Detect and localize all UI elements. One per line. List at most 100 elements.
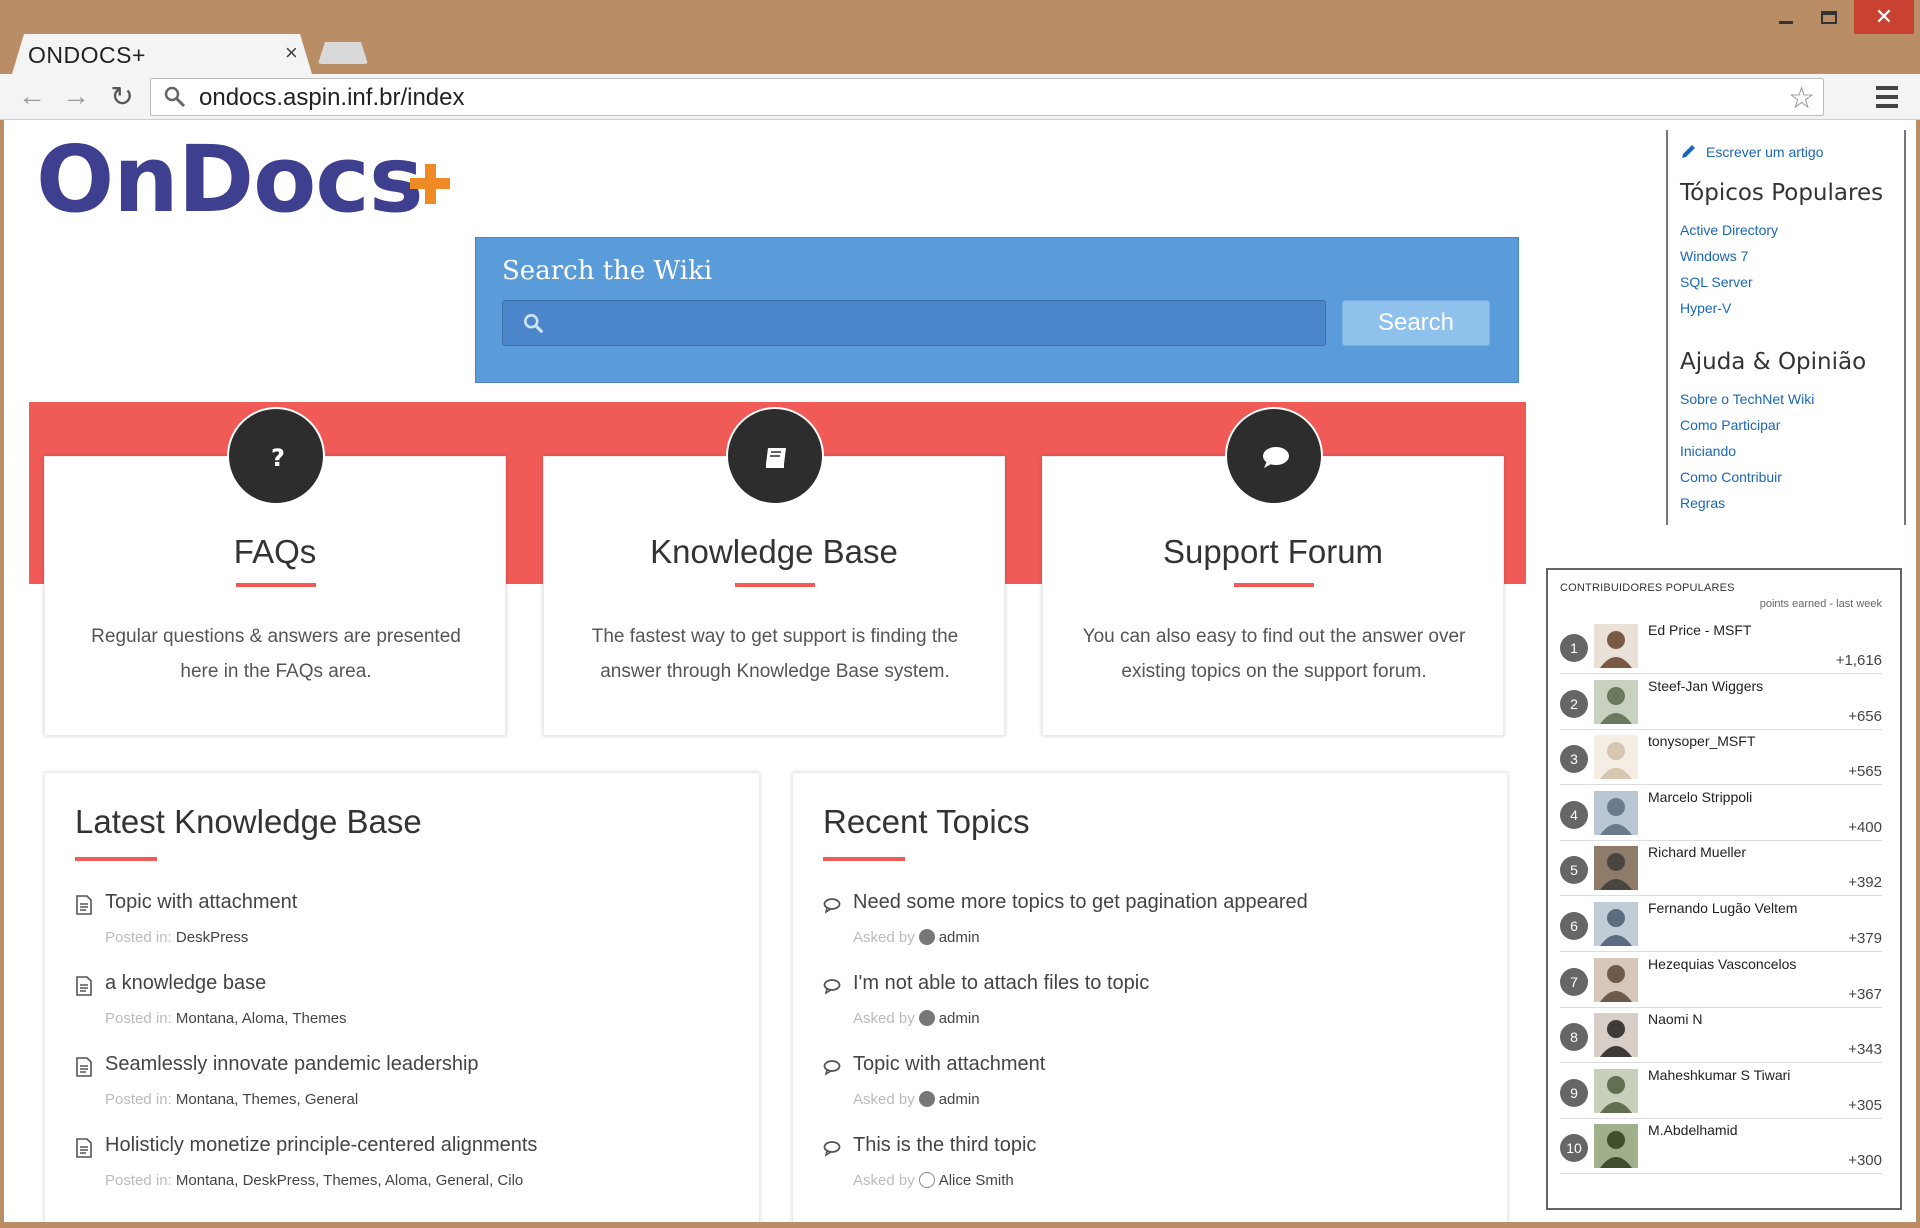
rank-badge: 4: [1560, 800, 1588, 829]
contributor-row[interactable]: 1 Ed Price - MSFT +1,616: [1560, 618, 1882, 674]
popular-topic-link[interactable]: Hyper-V: [1680, 300, 1731, 316]
search-input[interactable]: [553, 301, 1313, 345]
kb-title[interactable]: a knowledge base: [105, 972, 266, 995]
web-page: OnDocs Search the Wiki Search ? FAQs Reg…: [4, 120, 1916, 1222]
contributor-name[interactable]: Hezequias Vasconcelos: [1648, 956, 1796, 972]
card-text: Regular questions & answers are presente…: [91, 626, 461, 682]
tab-close-icon[interactable]: ×: [285, 40, 298, 66]
contributor-row[interactable]: 9 Maheshkumar S Tiwari +305: [1560, 1063, 1882, 1119]
card-text: The fastest way to get support is findin…: [591, 626, 959, 682]
contributor-name[interactable]: Maheshkumar S Tiwari: [1648, 1067, 1790, 1083]
close-window-button[interactable]: ✕: [1854, 0, 1914, 34]
chat-icon: [823, 1141, 841, 1157]
search-icon: [524, 314, 544, 334]
maximize-button[interactable]: [1810, 0, 1848, 34]
contributor-row[interactable]: 6 Fernando Lugão Veltem +379: [1560, 896, 1882, 952]
topic-title[interactable]: Need some more topics to get pagination …: [853, 891, 1308, 914]
document-icon: [76, 895, 92, 915]
avatar[interactable]: [1594, 1013, 1638, 1058]
contributor-row[interactable]: 2 Steef-Jan Wiggers +656: [1560, 674, 1882, 730]
search-title: Search the Wiki: [502, 256, 713, 286]
search-button[interactable]: Search: [1342, 300, 1490, 346]
forward-arrow-icon[interactable]: →: [58, 80, 94, 112]
contributor-name[interactable]: Ed Price - MSFT: [1648, 622, 1751, 638]
help-link[interactable]: Sobre o TechNet Wiki: [1680, 391, 1814, 407]
popular-topic-link[interactable]: SQL Server: [1680, 274, 1753, 290]
support-forum-card[interactable]: Support Forum You can also easy to find …: [1042, 407, 1504, 736]
card-title: FAQs: [233, 533, 317, 570]
bookmark-star-icon[interactable]: ☆: [1788, 81, 1815, 116]
url-text[interactable]: ondocs.aspin.inf.br/index: [199, 84, 465, 112]
top-contributors-panel: CONTRIBUIDORES POPULARES points earned -…: [1546, 568, 1902, 1210]
contributor-row[interactable]: 8 Naomi N +343: [1560, 1007, 1882, 1064]
avatar[interactable]: [1594, 624, 1638, 668]
contributor-points: +343: [1848, 1041, 1882, 1059]
book-icon: [766, 448, 786, 468]
contributor-points: +379: [1848, 930, 1882, 947]
avatar[interactable]: [1594, 846, 1638, 891]
topic-title[interactable]: I'm not able to attach files to topic: [853, 972, 1149, 995]
chat-icon: [823, 898, 841, 914]
new-tab-button[interactable]: [318, 42, 368, 64]
panel-title: Latest Knowledge Base: [75, 803, 422, 840]
contributor-name[interactable]: Steef-Jan Wiggers: [1648, 678, 1763, 694]
minimize-button[interactable]: [1768, 0, 1804, 34]
site-logo[interactable]: OnDocs: [36, 126, 424, 233]
knowledge-base-card[interactable]: Knowledge Base The fastest way to get su…: [543, 407, 1005, 736]
browser-toolbar: ← → ↻ ondocs.aspin.inf.br/index ☆: [0, 74, 1920, 120]
contributor-points: +392: [1848, 874, 1882, 892]
help-link[interactable]: Iniciando: [1680, 443, 1736, 459]
kb-title[interactable]: Holisticly monetize principle-centered a…: [105, 1134, 537, 1157]
popular-topic-link[interactable]: Windows 7: [1680, 248, 1748, 264]
contributor-name[interactable]: Naomi N: [1648, 1011, 1702, 1027]
kb-meta: Posted in: Montana, Aloma, Themes: [105, 1010, 347, 1027]
browser-menu-icon[interactable]: [1876, 86, 1898, 113]
search-field[interactable]: [502, 300, 1326, 346]
kb-title[interactable]: Topic with attachment: [105, 891, 297, 914]
contributor-name[interactable]: tonysoper_MSFT: [1648, 733, 1755, 749]
right-sidebar: Escrever um artigo Tópicos Populares Act…: [1666, 130, 1906, 525]
contributor-name[interactable]: Richard Mueller: [1648, 844, 1746, 860]
help-link[interactable]: Regras: [1680, 495, 1725, 511]
panel-title: Recent Topics: [823, 803, 1030, 840]
card-text: You can also easy to find out the answer…: [1082, 626, 1466, 682]
write-article-link[interactable]: Escrever um artigo: [1680, 142, 1823, 160]
address-bar[interactable]: ondocs.aspin.inf.br/index ☆: [150, 78, 1824, 116]
avatar[interactable]: [1594, 735, 1638, 780]
contributor-row[interactable]: 10 M.Abdelhamid +300: [1560, 1118, 1882, 1175]
help-link[interactable]: Como Contribuir: [1680, 469, 1782, 485]
chat-bubble-icon: [1263, 447, 1289, 468]
contributor-row[interactable]: 7 Hezequias Vasconcelos +367: [1560, 952, 1882, 1008]
avatar[interactable]: [1594, 1124, 1638, 1169]
help-link[interactable]: Como Participar: [1680, 417, 1780, 433]
back-arrow-icon[interactable]: ←: [14, 80, 50, 112]
avatar[interactable]: [1594, 679, 1638, 724]
avatar[interactable]: [1594, 790, 1638, 835]
contributor-name[interactable]: M.Abdelhamid: [1648, 1122, 1738, 1138]
svg-text:?: ?: [271, 444, 285, 472]
sf-circle: [1225, 407, 1323, 505]
contributor-name[interactable]: Fernando Lugão Veltem: [1648, 900, 1797, 916]
tab-title: ONDOCS+: [28, 42, 146, 68]
contributor-points: +400: [1848, 818, 1882, 836]
kb-title[interactable]: Seamlessly innovate pandemic leadership: [105, 1053, 479, 1076]
contributor-row[interactable]: 3 tonysoper_MSFT +565: [1560, 729, 1882, 786]
reload-icon[interactable]: ↻: [104, 80, 140, 113]
latest-knowledge-base-panel: Latest Knowledge Base Topic with attachm…: [44, 772, 760, 1222]
search-panel: Search the Wiki Search: [475, 237, 1519, 383]
topic-meta: Asked by admin: [853, 1091, 980, 1108]
popular-topic-link[interactable]: Active Directory: [1680, 222, 1778, 238]
avatar[interactable]: [1594, 902, 1638, 946]
recent-topics-panel: Recent Topics Need some more topics to g…: [792, 772, 1508, 1222]
contributor-points: +1,616: [1835, 652, 1882, 669]
contributor-row[interactable]: 4 Marcelo Strippoli +400: [1560, 785, 1882, 841]
popular-topics-heading: Tópicos Populares: [1680, 180, 1884, 206]
avatar: [918, 1172, 935, 1188]
topic-title[interactable]: This is the third topic: [853, 1134, 1036, 1157]
faq-card[interactable]: ? FAQs Regular questions & answers are p…: [44, 407, 506, 736]
avatar[interactable]: [1594, 957, 1638, 1002]
contributor-row[interactable]: 5 Richard Mueller +392: [1560, 840, 1882, 897]
topic-title[interactable]: Topic with attachment: [853, 1053, 1045, 1076]
avatar[interactable]: [1594, 1068, 1638, 1113]
contributor-name[interactable]: Marcelo Strippoli: [1648, 789, 1752, 805]
